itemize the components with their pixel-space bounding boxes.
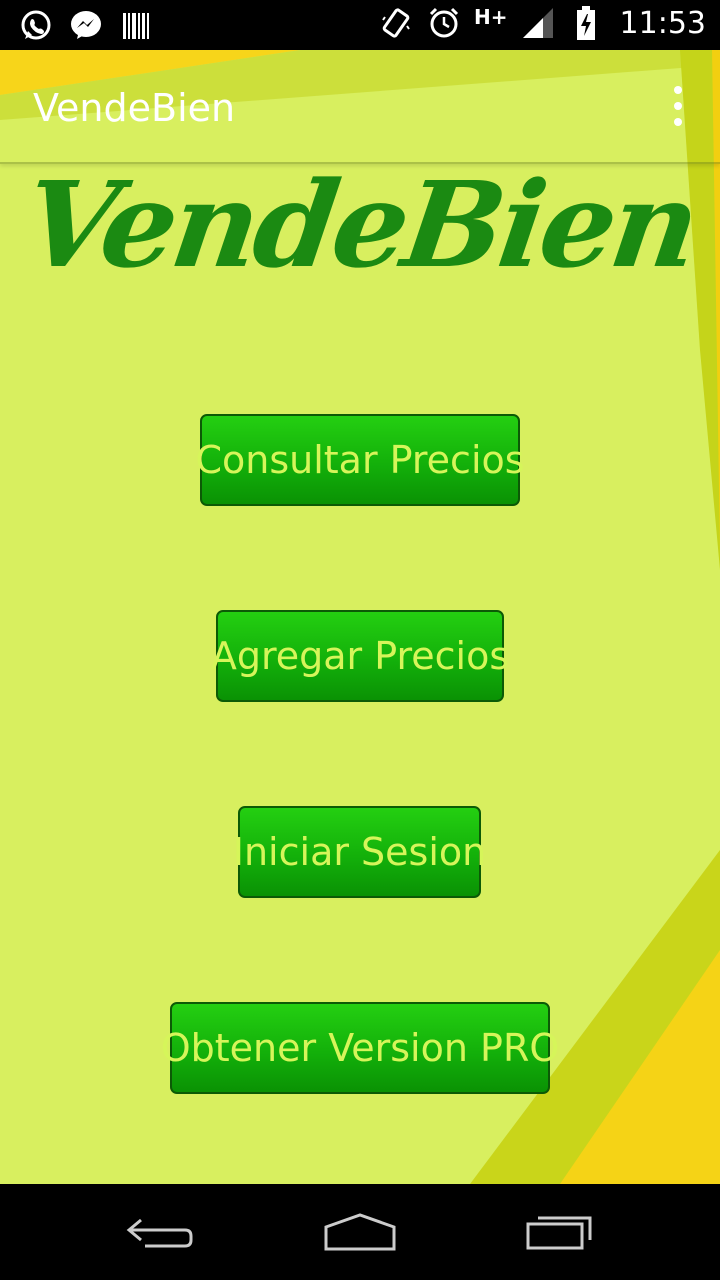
consultar-precios-button[interactable]: Consultar Precios: [195, 414, 525, 506]
clock: 11:53: [619, 5, 706, 41]
notification-icons: [18, 8, 154, 44]
whatsapp-icon: [18, 8, 54, 44]
vibrate-icon: [378, 5, 414, 41]
back-icon[interactable]: [120, 1206, 200, 1258]
alarm-icon: [426, 5, 462, 41]
battery-icon: [568, 5, 604, 41]
barcode-icon: [118, 8, 154, 44]
messenger-icon: [68, 8, 104, 44]
obtener-version-pro-button[interactable]: Obtener Version PRO: [161, 1002, 559, 1094]
signal-icon: [520, 5, 556, 41]
app-title: VendeBien: [33, 86, 236, 130]
system-icons: H+ 11:53: [378, 5, 706, 41]
action-bar: VendeBien: [0, 50, 720, 164]
more-vert-icon[interactable]: [666, 86, 690, 126]
recents-icon[interactable]: [520, 1206, 600, 1258]
main-screen: VendeBien VendeBien Consultar Precios Ag…: [0, 50, 720, 1184]
navigation-bar: [0, 1184, 720, 1280]
app-logo: VendeBien: [15, 155, 705, 294]
iniciar-sesion-button[interactable]: Iniciar Sesion: [233, 806, 486, 898]
agregar-precios-button[interactable]: Agregar Precios: [211, 610, 509, 702]
status-bar: H+ 11:53: [0, 0, 720, 50]
network-type-label: H+: [474, 5, 508, 29]
home-icon[interactable]: [320, 1206, 400, 1258]
